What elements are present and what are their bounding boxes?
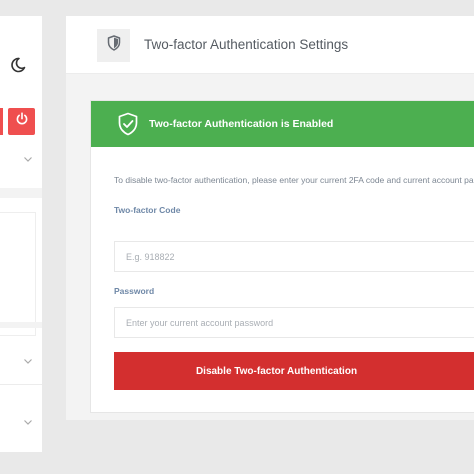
header-icon-box <box>97 29 130 62</box>
logout-button[interactable] <box>8 108 35 135</box>
sidebar <box>0 16 42 452</box>
chevron-down-icon[interactable] <box>22 152 34 164</box>
page: Two-factor Authentication Settings Two-f… <box>0 0 474 474</box>
code-label: Two-factor Code <box>114 205 181 215</box>
sidebar-divider <box>0 322 42 328</box>
chevron-down-icon[interactable] <box>22 354 34 366</box>
status-alert: Two-factor Authentication is Enabled <box>91 101 474 147</box>
moon-icon[interactable] <box>8 55 28 75</box>
sidebar-panel <box>0 212 36 336</box>
disable-2fa-button[interactable]: Disable Two-factor Authentication <box>114 352 474 390</box>
chevron-down-icon[interactable] <box>22 415 34 427</box>
instructions-text: To disable two-factor authentication, pl… <box>114 175 474 185</box>
sidebar-divider <box>0 384 42 385</box>
main-content: Two-factor Authentication Settings Two-f… <box>66 16 474 420</box>
settings-panel: Two-factor Authentication is Enabled To … <box>90 100 474 413</box>
shield-check-icon <box>117 112 139 136</box>
password-input[interactable] <box>114 307 474 338</box>
page-title: Two-factor Authentication Settings <box>144 37 349 52</box>
alert-text: Two-factor Authentication is Enabled <box>149 118 334 130</box>
power-icon <box>15 112 29 131</box>
sidebar-divider <box>0 188 42 198</box>
shield-icon <box>107 35 121 56</box>
code-input[interactable] <box>114 241 474 272</box>
active-indicator <box>0 108 3 135</box>
password-label: Password <box>114 286 155 296</box>
page-header: Two-factor Authentication Settings <box>66 16 474 74</box>
